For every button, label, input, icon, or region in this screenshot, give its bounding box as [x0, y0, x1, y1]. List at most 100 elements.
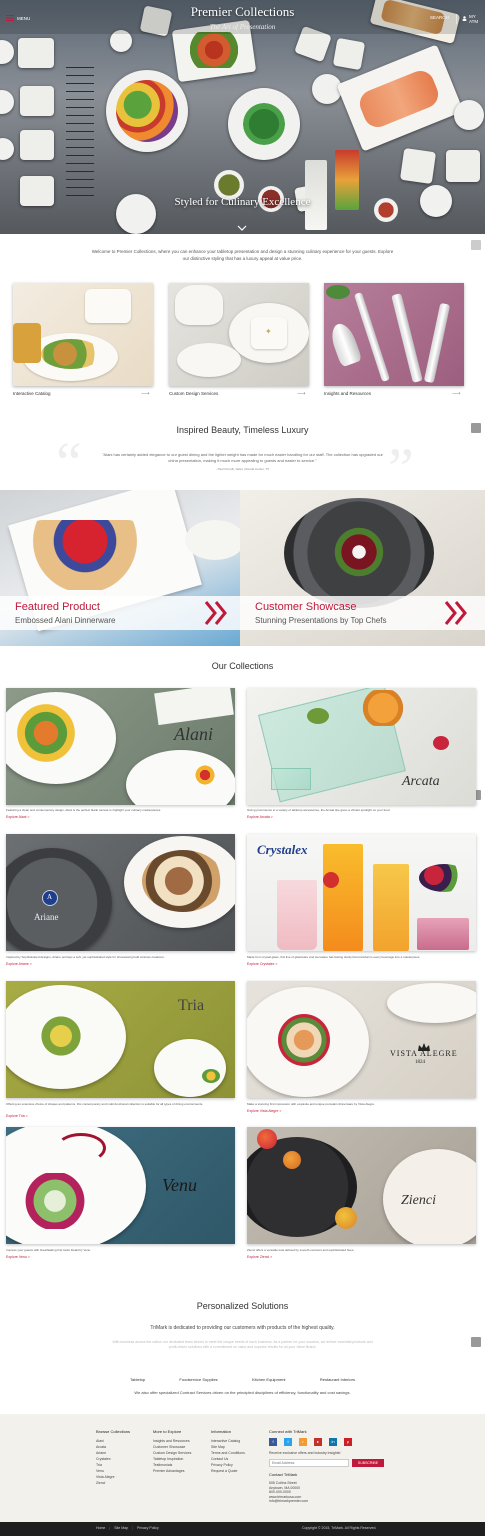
open-quote-icon: “	[56, 430, 82, 495]
collection-link-arcata[interactable]: Explore Arcata >	[247, 815, 273, 819]
footer-column-connect: Connect with TriMark f t r ▸ in p Receive exc…	[269, 1429, 389, 1504]
category-link[interactable]: Restaurant Interiors	[320, 1377, 355, 1382]
collection-link-tria[interactable]: Explore Tria >	[6, 1114, 28, 1118]
collection-brand-vista-alegre: VISTA ALEGRE	[390, 1049, 458, 1058]
bottom-link-home[interactable]: Home	[96, 1526, 105, 1530]
tile-image-catalog[interactable]	[13, 283, 153, 386]
collection-card-tria[interactable]: Tria	[6, 981, 235, 1098]
category-link[interactable]: Foodservice Supplies	[179, 1377, 217, 1382]
featured-product-title[interactable]: Featured Product	[15, 601, 100, 613]
collection-brand-zienci: Zienci	[401, 1193, 436, 1208]
linkedin-icon[interactable]: in	[329, 1438, 337, 1446]
facebook-icon[interactable]: f	[269, 1438, 277, 1446]
collection-card-ariane[interactable]: A Ariane	[6, 834, 235, 951]
site-title: Premier Collections	[190, 4, 295, 19]
collection-card-alani[interactable]: Alani	[6, 688, 235, 805]
collection-desc-arcata: Giving prominence to a variety of tablet…	[247, 808, 391, 812]
bottom-bar	[0, 1522, 485, 1536]
category-link[interactable]: Tabletop	[130, 1377, 145, 1382]
tile-image-custom-design[interactable]: ✦	[169, 283, 309, 386]
tile-image-insights[interactable]	[324, 283, 464, 386]
testimonial-quote: "Alani has certainly added elegance to o…	[102, 452, 383, 463]
collection-brand-arcata: Arcata	[402, 774, 440, 789]
category-link[interactable]: Kitchen Equipment	[252, 1377, 286, 1382]
chevron-right-icon[interactable]	[444, 600, 468, 631]
footer-heading: Connect with TriMark	[269, 1429, 307, 1434]
youtube-icon[interactable]: ▸	[314, 1438, 322, 1446]
footer-column-information: Information Interactive Catalog Site Map…	[211, 1429, 245, 1474]
newsletter-text: Receive exclusive offers and industry in…	[269, 1451, 341, 1455]
footer-link[interactable]: Premier Advantages	[153, 1468, 191, 1474]
personalized-subheading: TriMark is dedicated to providing our cu…	[150, 1325, 335, 1331]
personalized-body: With business across the nation our dedi…	[112, 1340, 373, 1349]
chevron-right-icon[interactable]	[204, 600, 228, 631]
collection-brand-alani: Alani	[174, 724, 213, 744]
collection-desc-crystalex: Made from crystal glass, this line of gl…	[247, 955, 421, 959]
collection-desc-venu: Impress your guests with breathtaking fi…	[6, 1248, 92, 1252]
contact-line[interactable]: info@trimarkpremier.com	[269, 1499, 389, 1504]
hero-tagline: Styled for Culinary Excellence	[174, 196, 311, 208]
customer-showcase-title[interactable]: Customer Showcase	[255, 601, 357, 613]
subscribe-button[interactable]: SUBSCRIBE	[352, 1459, 384, 1467]
footer-column-collections: Browse Collections Alani Arcata Ariane C…	[96, 1429, 130, 1486]
tile-label-custom-design[interactable]: Custom Design Services	[169, 391, 218, 396]
copyright-text: Copyright © 2015, TriMark. All Rights Re…	[302, 1526, 377, 1530]
account-label: MY ATM	[469, 14, 479, 24]
collection-card-vista-alegre[interactable]: VISTA ALEGRE 1824	[247, 981, 476, 1098]
side-scroll-button[interactable]	[471, 240, 481, 250]
collection-link-venu[interactable]: Explore Venu >	[6, 1255, 30, 1259]
search-button[interactable]: SEARCH	[430, 15, 449, 20]
collection-card-zienci[interactable]: Zienci	[247, 1127, 476, 1244]
footer-column-explore: More to Explore Insights and Resources C…	[153, 1429, 191, 1474]
footer-link[interactable]: Request a Quote	[211, 1468, 245, 1474]
bottom-links: Home | Site Map | Privacy Policy	[96, 1526, 159, 1530]
ariane-logo-icon: A	[47, 893, 53, 901]
collection-card-arcata[interactable]: Arcata	[247, 688, 476, 805]
collection-card-venu[interactable]: Venu	[6, 1127, 235, 1244]
featured-product-subtitle: Embossed Alani Dinnerware	[15, 616, 116, 625]
collection-link-zienci[interactable]: Explore Zienci >	[247, 1255, 272, 1259]
customer-showcase-subtitle: Stunning Presentations by Top Chefs	[255, 616, 387, 625]
collection-brand-ariane: Ariane	[34, 912, 59, 922]
footer-heading: Information	[211, 1429, 232, 1434]
welcome-text: Welcome to Premier Collections, where yo…	[91, 249, 394, 261]
footer-heading: Browse Collections	[96, 1429, 131, 1434]
collection-brand-venu: Venu	[162, 1175, 197, 1195]
collection-desc-zienci: Zienci offers a versatile look defined b…	[247, 1248, 355, 1252]
email-input[interactable]	[269, 1459, 349, 1467]
collection-desc-tria: Offering an extensive choice of shapes a…	[6, 1102, 204, 1106]
collection-link-ariane[interactable]: Explore Ariane >	[6, 962, 32, 966]
footer-link[interactable]: Zienci	[96, 1480, 130, 1486]
collections-heading: Our Collections	[211, 661, 274, 671]
collection-desc-ariane: Inspired by Sophisticated designs, Arian…	[6, 955, 165, 959]
bottom-link-sitemap[interactable]: Site Map	[114, 1526, 128, 1530]
collection-desc-alani: Featuring a clean and contemporary desig…	[6, 808, 162, 812]
pinterest-icon[interactable]: p	[344, 1438, 352, 1446]
chevron-down-icon[interactable]	[237, 218, 247, 231]
hero-banner: MENU Premier Collections The Art of Pres…	[0, 0, 485, 234]
collection-link-alani[interactable]: Explore Alani >	[6, 815, 29, 819]
collection-link-crystalex[interactable]: Explore Crystalex >	[247, 962, 277, 966]
arrow-right-icon[interactable]: ⟶	[452, 390, 461, 397]
site-subtitle: The Art of Presentation	[209, 23, 276, 31]
collection-card-crystalex[interactable]: Crystalex	[247, 834, 476, 951]
footer-heading: More to Explore	[153, 1429, 182, 1434]
testimonial-source: - Paul Perrelli, Sales | Rental Center, …	[215, 467, 270, 471]
collection-link-vista-alegre[interactable]: Explore Vista Alegre >	[247, 1109, 281, 1113]
collection-brand-crystalex: Crystalex	[257, 842, 308, 857]
twitter-icon[interactable]: t	[284, 1438, 292, 1446]
rss-icon[interactable]: r	[299, 1438, 307, 1446]
user-icon	[462, 16, 467, 22]
footer-heading: Contact TriMark	[269, 1472, 298, 1477]
tile-label-insights[interactable]: Insights and Resources	[324, 391, 371, 396]
account-button[interactable]: MY ATM	[456, 14, 485, 24]
back-to-top-button[interactable]	[471, 1337, 481, 1347]
arrow-right-icon[interactable]: ⟶	[297, 390, 306, 397]
arrow-right-icon[interactable]: ⟶	[141, 390, 150, 397]
solution-categories: Tabletop Foodservice Supplies Kitchen Eq…	[130, 1377, 355, 1382]
tile-label-catalog[interactable]: Interactive Catalog	[13, 391, 51, 396]
vista-alegre-year: 1824	[415, 1060, 425, 1065]
contract-services-note: We also offer specialized Contract Servi…	[134, 1390, 351, 1395]
bottom-link-privacy[interactable]: Privacy Policy	[137, 1526, 159, 1530]
personalized-heading: Personalized Solutions	[196, 1301, 289, 1311]
